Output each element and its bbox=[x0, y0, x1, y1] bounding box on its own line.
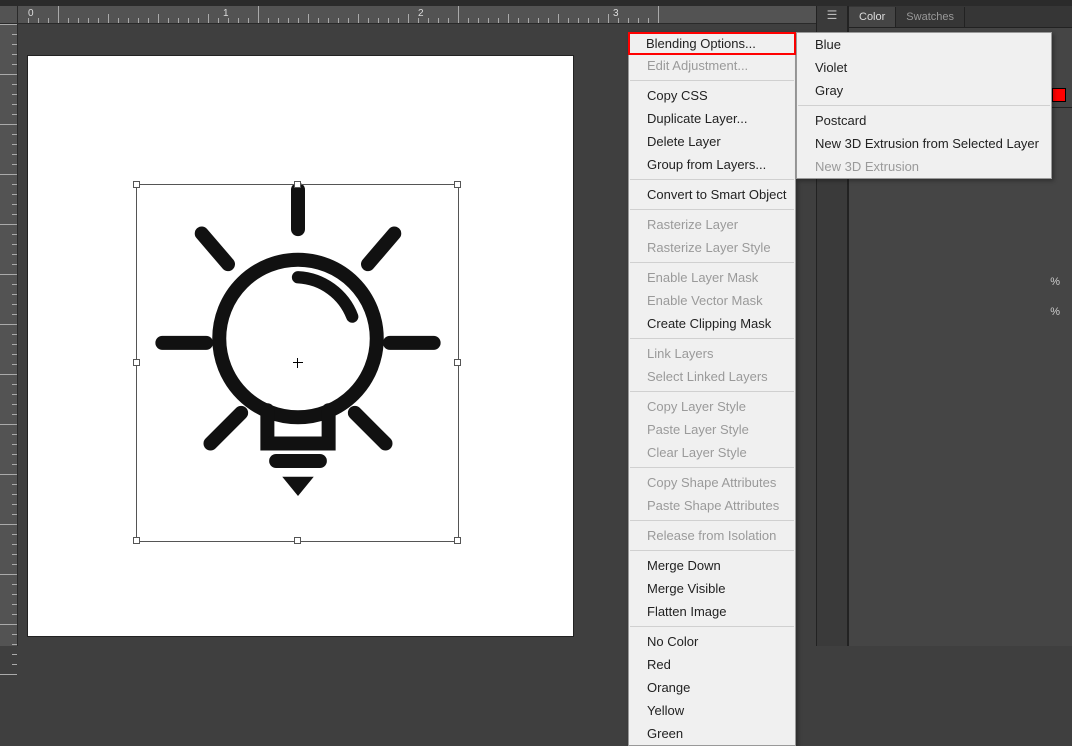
menu-item[interactable]: Convert to Smart Object bbox=[629, 183, 795, 206]
menu-item: Rasterize Layer bbox=[629, 213, 795, 236]
menu-separator bbox=[630, 80, 794, 81]
menu-item: Rasterize Layer Style bbox=[629, 236, 795, 259]
layer-context-menu-col2: BlueVioletGray PostcardNew 3D Extrusion f… bbox=[796, 32, 1052, 179]
document-canvas[interactable] bbox=[28, 56, 573, 636]
menu-separator bbox=[630, 262, 794, 263]
menu-item: Release from Isolation bbox=[629, 524, 795, 547]
transform-handle[interactable] bbox=[454, 537, 461, 544]
menu-item[interactable]: Blue bbox=[797, 33, 1051, 56]
menu-item: Paste Shape Attributes bbox=[629, 494, 795, 517]
menu-item: Copy Shape Attributes bbox=[629, 471, 795, 494]
menu-item[interactable]: Merge Visible bbox=[629, 577, 795, 600]
transform-handle[interactable] bbox=[454, 181, 461, 188]
tab-color[interactable]: Color bbox=[849, 7, 896, 27]
menu-item[interactable]: Violet bbox=[797, 56, 1051, 79]
menu-item[interactable]: Flatten Image bbox=[629, 600, 795, 623]
menu-separator bbox=[630, 520, 794, 521]
menu-separator bbox=[630, 391, 794, 392]
menu-item: Paste Layer Style bbox=[629, 418, 795, 441]
menu-item: Enable Vector Mask bbox=[629, 289, 795, 312]
transform-center[interactable] bbox=[293, 358, 303, 368]
menu-item[interactable]: Duplicate Layer... bbox=[629, 107, 795, 130]
ruler-vertical[interactable] bbox=[0, 24, 18, 646]
menu-item: Edit Adjustment... bbox=[629, 54, 795, 77]
menu-item[interactable]: Group from Layers... bbox=[629, 153, 795, 176]
menu-item[interactable]: Red bbox=[629, 653, 795, 676]
menu-item[interactable]: Delete Layer bbox=[629, 130, 795, 153]
transform-handle[interactable] bbox=[294, 537, 301, 544]
layer-context-menu: Blending Options...Edit Adjustment... Cop… bbox=[628, 32, 796, 746]
fill-value: % bbox=[1050, 306, 1060, 318]
menu-separator bbox=[630, 209, 794, 210]
menu-separator bbox=[630, 467, 794, 468]
menu-separator bbox=[630, 338, 794, 339]
menu-item: New 3D Extrusion bbox=[797, 155, 1051, 178]
opacity-value: % bbox=[1050, 276, 1060, 288]
panel-menu-icon[interactable]: ☰ bbox=[819, 8, 845, 32]
menu-item[interactable]: Orange bbox=[629, 676, 795, 699]
menu-item: Select Linked Layers bbox=[629, 365, 795, 388]
menu-item: Enable Layer Mask bbox=[629, 266, 795, 289]
transform-handle[interactable] bbox=[294, 181, 301, 188]
ruler-origin[interactable] bbox=[0, 6, 18, 24]
menu-item[interactable]: Create Clipping Mask bbox=[629, 312, 795, 335]
foreground-color-swatch[interactable] bbox=[1052, 88, 1066, 102]
menu-item[interactable]: No Color bbox=[629, 630, 795, 653]
transform-bounding-box[interactable] bbox=[136, 184, 459, 542]
panel-tabset: Color Swatches bbox=[849, 6, 1072, 28]
menu-separator bbox=[798, 105, 1050, 106]
menu-separator bbox=[630, 550, 794, 551]
menu-item[interactable]: Blending Options... bbox=[629, 33, 795, 54]
transform-handle[interactable] bbox=[133, 537, 140, 544]
menu-item: Link Layers bbox=[629, 342, 795, 365]
menu-item[interactable]: Copy CSS bbox=[629, 84, 795, 107]
menu-item[interactable]: Green bbox=[629, 722, 795, 745]
tab-swatches[interactable]: Swatches bbox=[896, 7, 965, 27]
transform-handle[interactable] bbox=[454, 359, 461, 366]
menu-separator bbox=[630, 179, 794, 180]
menu-item: Clear Layer Style bbox=[629, 441, 795, 464]
transform-handle[interactable] bbox=[133, 181, 140, 188]
menu-item[interactable]: Postcard bbox=[797, 109, 1051, 132]
menu-item: Copy Layer Style bbox=[629, 395, 795, 418]
menu-item[interactable]: Gray bbox=[797, 79, 1051, 102]
menu-item[interactable]: Merge Down bbox=[629, 554, 795, 577]
menu-separator bbox=[630, 626, 794, 627]
menu-item[interactable]: Yellow bbox=[629, 699, 795, 722]
menu-item[interactable]: New 3D Extrusion from Selected Layer bbox=[797, 132, 1051, 155]
transform-handle[interactable] bbox=[133, 359, 140, 366]
